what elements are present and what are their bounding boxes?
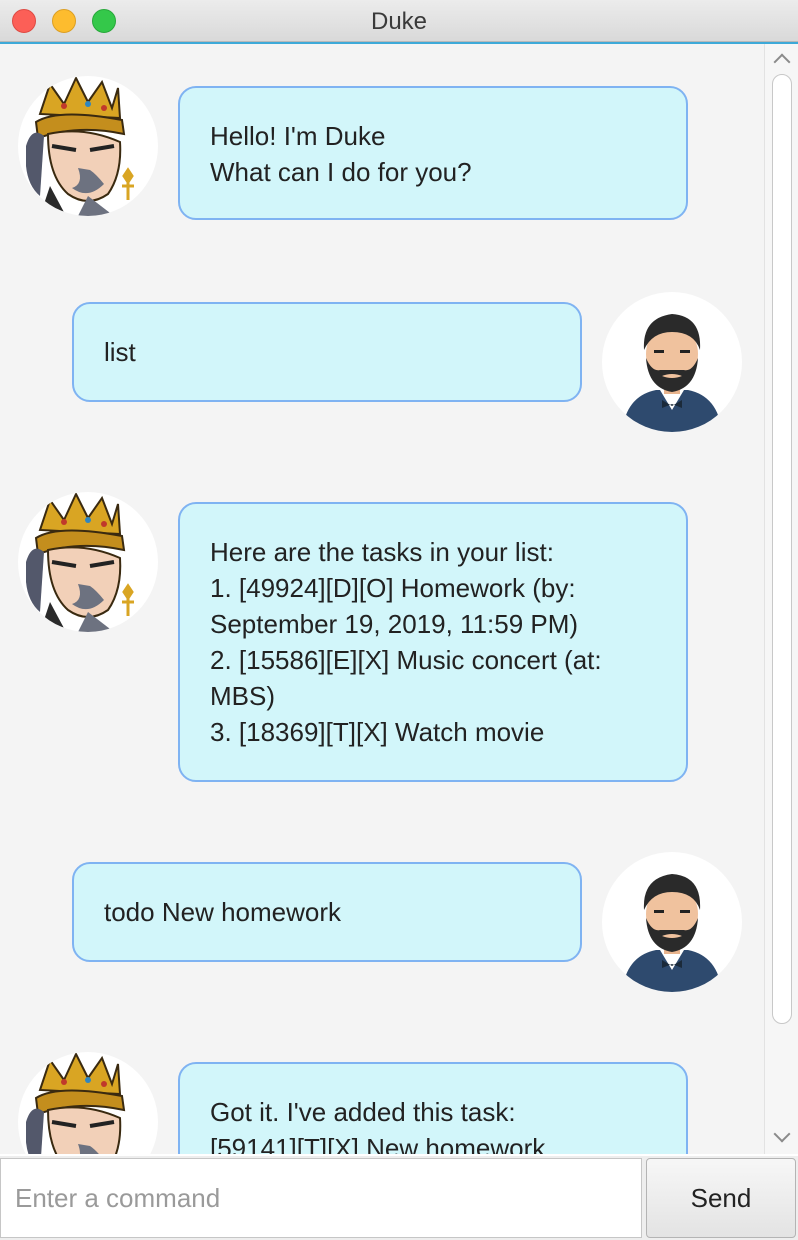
scrollbar-thumb[interactable] xyxy=(772,74,792,1024)
window-title: Duke xyxy=(370,8,428,35)
duke-message-bubble: Hello! I'm Duke What can I do for you? xyxy=(178,86,688,220)
send-button[interactable]: Send xyxy=(646,1158,796,1238)
title-bar: Duke xyxy=(0,0,798,42)
scroll-down-icon[interactable] xyxy=(773,1125,791,1143)
scroll-up-icon[interactable] xyxy=(773,53,791,71)
vertical-scrollbar[interactable] xyxy=(764,44,798,1154)
input-bar: Send xyxy=(0,1156,798,1240)
dialog-scroll-pane[interactable]: Hello! I'm Duke What can I do for you? l… xyxy=(0,42,798,1154)
duke-avatar-icon xyxy=(18,76,158,216)
user-message-bubble: list xyxy=(72,302,582,402)
duke-message-bubble: Here are the tasks in your list: 1. [499… xyxy=(178,502,688,782)
user-avatar-icon xyxy=(602,292,742,432)
user-message-bubble: todo New homework xyxy=(72,862,582,962)
duke-message-bubble: Got it. I've added this task: [59141][T]… xyxy=(178,1062,688,1154)
duke-avatar-icon xyxy=(18,1052,158,1154)
duke-avatar-icon xyxy=(18,492,158,632)
user-avatar-icon xyxy=(602,852,742,992)
command-input[interactable] xyxy=(0,1158,642,1238)
